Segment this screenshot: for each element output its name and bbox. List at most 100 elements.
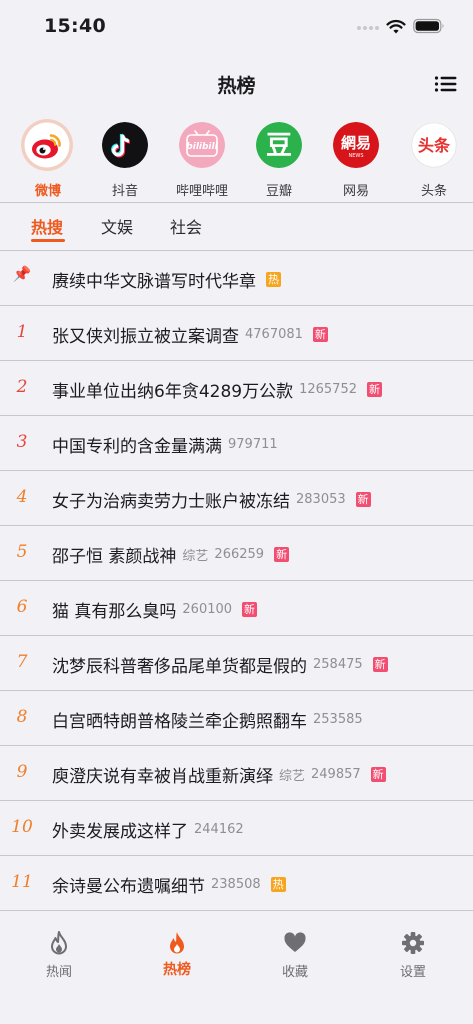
new-badge: 新 <box>367 382 382 397</box>
item-count: 244162 <box>194 822 244 837</box>
source-label: 微博 <box>34 184 61 199</box>
item-count: 283053 <box>296 492 346 507</box>
svg-text:NEWS: NEWS <box>348 153 363 159</box>
item-rank: 5 <box>16 542 28 562</box>
netease-icon: 網易 NEWS <box>333 122 379 168</box>
list-item[interactable]: 1 张又侠刘振立被立案调查 4767081 新 <box>0 306 473 361</box>
dynamic-island-dots <box>357 26 383 36</box>
svg-text:bilibili: bilibili <box>186 142 218 152</box>
hot-badge: 热 <box>266 272 281 287</box>
list-icon[interactable] <box>434 74 458 94</box>
tab-entertainment[interactable]: 文娱 <box>101 214 133 238</box>
item-rank: 2 <box>16 377 28 397</box>
svg-text:網易: 網易 <box>341 134 371 152</box>
source-weibo[interactable]: 微博 <box>11 116 85 202</box>
item-rank: 7 <box>16 652 28 672</box>
list-item[interactable]: 3 中国专利的含金量满满 979711 <box>0 416 473 471</box>
item-title: 白宫晒特朗普格陵兰牵企鹅照翻车 <box>52 712 307 732</box>
status-time: 15:40 <box>44 15 106 37</box>
new-badge: 新 <box>312 327 328 342</box>
category-tabs: 热搜 文娱 社会 <box>0 203 473 249</box>
source-toutiao[interactable]: 头条 头条 <box>397 116 471 202</box>
status-bar: 15:40 <box>0 0 473 56</box>
bottom-tab-bar: 热闻 热榜 收藏 设置 <box>0 916 473 1024</box>
tabbar-label: 热榜 <box>163 962 191 978</box>
pin-icon: 📌 <box>12 265 32 283</box>
item-category: 综艺 <box>182 549 209 564</box>
item-rank: 11 <box>11 872 33 892</box>
new-badge: 新 <box>242 602 258 617</box>
item-rank: 3 <box>16 432 28 452</box>
source-label: 网易 <box>342 184 369 199</box>
tabbar-hot-news[interactable]: 热闻 <box>0 930 118 986</box>
tabbar-label: 热闻 <box>45 965 72 980</box>
list-item[interactable]: 5 邵子恒 素颜战神 综艺 266259 新 <box>0 526 473 581</box>
toutiao-icon: 头条 <box>411 122 457 168</box>
list-item[interactable]: 9 庾澄庆说有幸被肖战重新演绎 综艺 249857 新 <box>0 746 473 801</box>
flame-icon <box>170 932 184 954</box>
source-netease[interactable]: 網易 NEWS 网易 <box>319 116 393 202</box>
weibo-icon <box>21 119 73 171</box>
tab-society[interactable]: 社会 <box>170 214 202 238</box>
tabbar-hot-list[interactable]: 热榜 <box>118 930 236 986</box>
source-bilibili[interactable]: bilibili 哔哩哔哩 <box>165 116 239 202</box>
hot-badge: 热 <box>270 877 286 892</box>
item-title: 张又侠刘振立被立案调查 <box>52 327 239 347</box>
list-item[interactable]: 11 余诗曼公布遗嘱细节 238508 热 <box>0 856 473 911</box>
source-douban[interactable]: 豆 豆瓣 <box>242 116 316 202</box>
source-label: 头条 <box>420 184 447 199</box>
item-title: 中国专利的含金量满满 <box>52 437 222 457</box>
new-badge: 新 <box>370 767 386 782</box>
tabbar-settings[interactable]: 设置 <box>354 930 472 986</box>
tabbar-label: 设置 <box>399 965 426 980</box>
list-item[interactable]: 10 外卖发展成这样了 244162 <box>0 801 473 856</box>
heart-icon <box>284 932 306 952</box>
svg-text:豆: 豆 <box>266 131 292 161</box>
list-item[interactable]: 8 白宫晒特朗普格陵兰牵企鹅照翻车 253585 <box>0 691 473 746</box>
list-item[interactable]: 6 猫 真有那么臭吗 260100 新 <box>0 581 473 636</box>
item-rank: 8 <box>16 707 28 727</box>
source-label: 哔哩哔哩 <box>175 184 228 199</box>
tabbar-label: 收藏 <box>281 965 308 980</box>
new-badge: 新 <box>274 547 290 562</box>
item-count: 249857 <box>311 767 361 782</box>
item-category: 综艺 <box>279 769 306 784</box>
battery-icon <box>413 18 444 34</box>
list-item[interactable]: 7 沈梦辰科普奢侈品尾单货都是假的 258475 新 <box>0 636 473 691</box>
tab-hot-search[interactable]: 热搜 <box>31 214 63 238</box>
item-rank: 1 <box>16 322 28 342</box>
item-title: 沈梦辰科普奢侈品尾单货都是假的 <box>52 657 307 677</box>
item-count: 1265752 <box>299 382 357 397</box>
page-title: 热榜 <box>217 75 256 97</box>
item-title: 外卖发展成这样了 <box>52 822 188 842</box>
new-badge: 新 <box>372 657 388 672</box>
item-title: 余诗曼公布遗嘱细节 <box>52 877 205 897</box>
gear-icon <box>402 932 424 954</box>
source-label: 豆瓣 <box>265 184 292 199</box>
item-title: 猫 真有那么臭吗 <box>52 602 177 622</box>
flame-outline-icon <box>51 931 67 955</box>
tabbar-favorites[interactable]: 收藏 <box>236 930 354 986</box>
item-rank: 4 <box>16 487 28 507</box>
item-count: 238508 <box>211 877 261 892</box>
item-title: 庾澄庆说有幸被肖战重新演绎 <box>52 767 273 787</box>
wifi-icon <box>386 19 406 34</box>
hot-list: 📌 赓续中华文脉谱写时代华章 热 1 张又侠刘振立被立案调查 4767081 新… <box>0 251 473 911</box>
list-item[interactable]: 📌 赓续中华文脉谱写时代华章 热 <box>0 251 473 306</box>
item-count: 260100 <box>182 602 233 617</box>
item-count: 258475 <box>313 657 363 672</box>
item-count: 979711 <box>228 437 278 452</box>
navigation-bar: 热榜 <box>0 58 473 110</box>
item-title: 事业单位出纳6年贪4289万公款 <box>52 382 294 402</box>
list-item[interactable]: 2 事业单位出纳6年贪4289万公款 1265752 新 <box>0 361 473 416</box>
item-title: 邵子恒 素颜战神 <box>52 547 177 567</box>
active-tab-indicator <box>31 239 65 242</box>
source-selector: 微博 抖音 bilibili 哔哩哔哩 豆 豆瓣 網易 NEWS 网易 头条 头… <box>0 116 473 202</box>
svg-text:头条: 头条 <box>418 136 451 155</box>
bilibili-icon: bilibili <box>179 122 225 168</box>
source-douyin[interactable]: 抖音 <box>88 116 162 202</box>
item-rank: 6 <box>16 597 28 617</box>
list-item[interactable]: 4 女子为治病卖劳力士账户被冻结 283053 新 <box>0 471 473 526</box>
item-rank: 10 <box>11 817 33 837</box>
douyin-icon <box>102 122 148 168</box>
